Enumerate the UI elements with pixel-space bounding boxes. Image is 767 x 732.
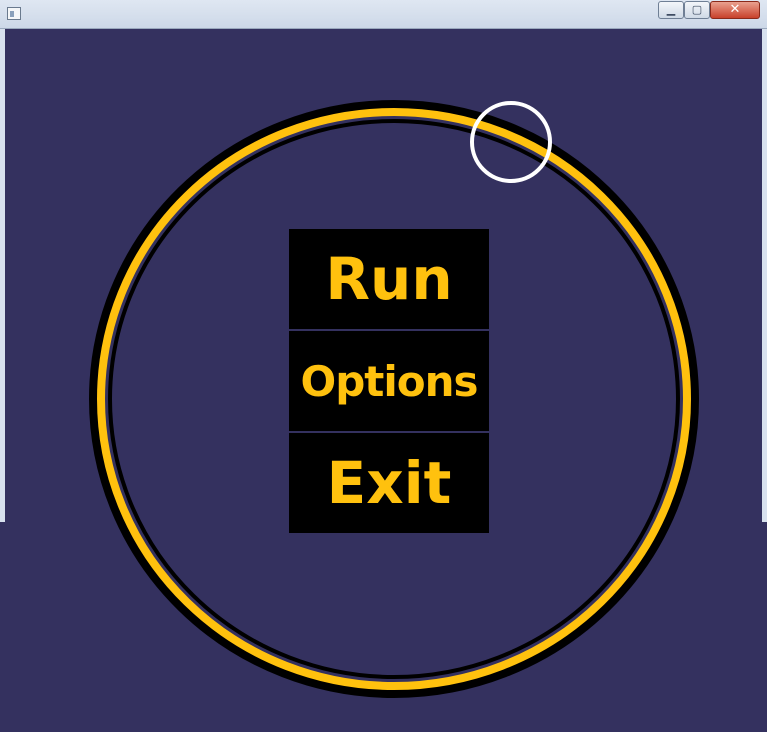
options-button[interactable]: Options bbox=[289, 331, 489, 431]
run-button[interactable]: Run bbox=[289, 229, 489, 329]
exit-button[interactable]: Exit bbox=[289, 433, 489, 533]
main-menu: Run Options Exit bbox=[289, 229, 489, 533]
game-window: ▁ ▢ ✕ Run Options Exit bbox=[0, 0, 767, 732]
